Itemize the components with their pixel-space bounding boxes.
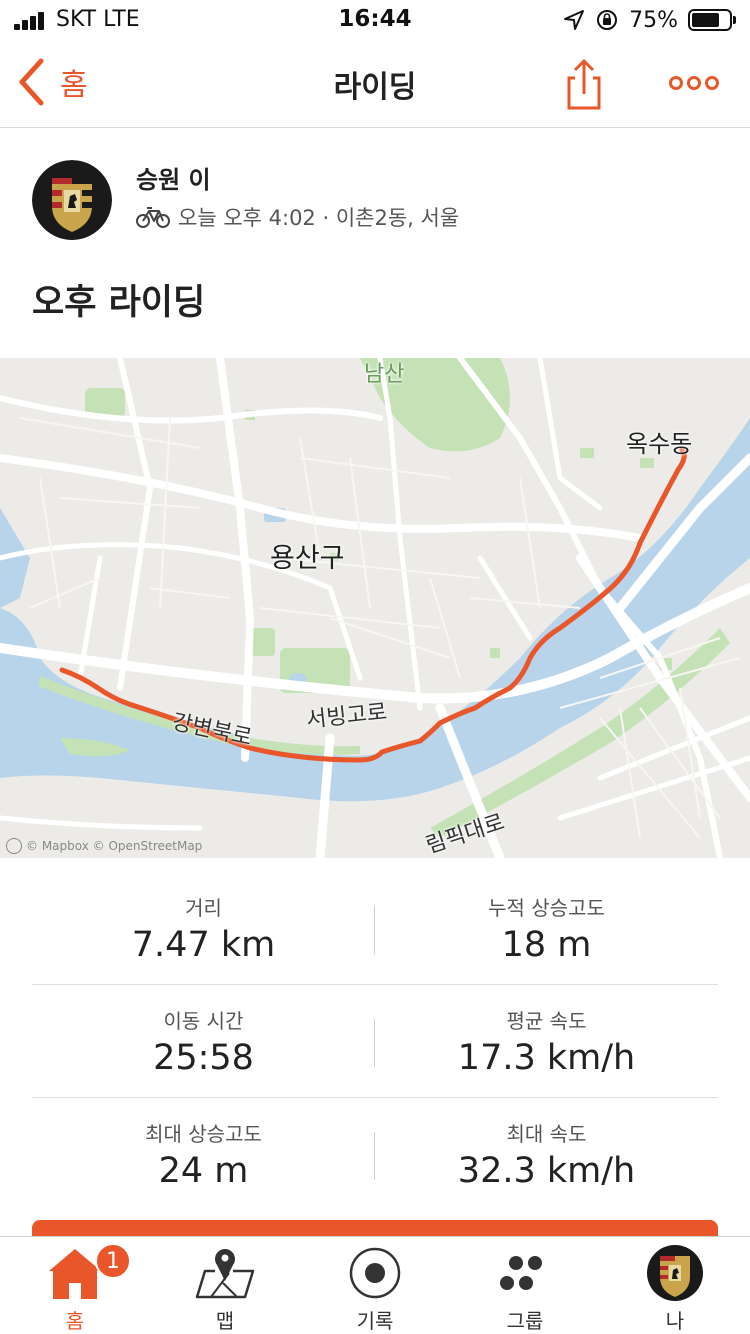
- map-label-oksudong: 옥수동: [626, 430, 693, 458]
- stats-row-3: 최대 상승고도 24 m 최대 속도 32.3 km/h: [32, 1098, 718, 1211]
- stat-label: 이동 시간: [163, 1009, 244, 1033]
- battery-percent: 75%: [629, 7, 678, 33]
- route-map[interactable]: 남산 옥수동 용산구 서빙고로 강변북로 림픽대로 © Mapbox © Ope…: [0, 358, 750, 858]
- mapbox-logo-icon: [6, 838, 22, 854]
- bicycle-icon: [136, 207, 170, 228]
- stat-value: 7.47 km: [131, 925, 276, 965]
- more-icon: [669, 76, 719, 90]
- stat-elevation-gain: 누적 상승고도 18 m: [375, 872, 718, 984]
- divider: [374, 1019, 375, 1067]
- location-arrow-icon: [564, 10, 585, 30]
- profile-avatar-icon: [647, 1245, 703, 1301]
- more-options-button[interactable]: [668, 70, 720, 96]
- groups-icon: [500, 1256, 542, 1290]
- stats-grid: 거리 7.47 km 누적 상승고도 18 m 이동 시간 25:58 평균 속…: [32, 872, 718, 1211]
- map-attribution[interactable]: © Mapbox © OpenStreetMap: [6, 838, 202, 854]
- tab-label: 맵: [215, 1309, 235, 1333]
- athlete-name[interactable]: 승원 이: [136, 160, 211, 195]
- stat-label: 최대 속도: [506, 1122, 587, 1146]
- stat-label: 거리: [185, 896, 222, 920]
- stat-value: 25:58: [153, 1038, 254, 1078]
- tab-me[interactable]: 나: [600, 1237, 750, 1334]
- stat-label: 평균 속도: [506, 1009, 587, 1033]
- stat-value: 18 m: [501, 925, 592, 965]
- tab-label: 기록: [356, 1309, 394, 1333]
- activity-meta-text: 오늘 오후 4:02 · 이촌2동, 서울: [178, 206, 460, 230]
- stat-label: 누적 상승고도: [488, 896, 605, 920]
- notification-badge: 1: [95, 1243, 131, 1279]
- stat-value: 24 m: [158, 1151, 249, 1191]
- tab-home[interactable]: 1 홈: [0, 1237, 150, 1334]
- map-label-namsan: 남산: [364, 362, 405, 387]
- tab-label: 나: [665, 1309, 685, 1333]
- share-button[interactable]: [562, 56, 606, 112]
- map-attribution-text: © Mapbox © OpenStreetMap: [26, 839, 203, 853]
- athlete-avatar[interactable]: [32, 160, 112, 240]
- record-icon: [349, 1247, 401, 1299]
- tab-bar: 1 홈 맵 기록 그룹 나: [0, 1236, 750, 1334]
- page-title: 라이딩: [333, 70, 417, 105]
- stat-value: 17.3 km/h: [457, 1038, 636, 1078]
- map-icon: [195, 1249, 255, 1299]
- stats-row-2: 이동 시간 25:58 평균 속도 17.3 km/h: [32, 985, 718, 1098]
- tab-record[interactable]: 기록: [300, 1237, 450, 1334]
- map-label-yongsangu: 용산구: [270, 543, 345, 574]
- stat-max-elevation: 최대 상승고도 24 m: [32, 1098, 375, 1211]
- tab-groups[interactable]: 그룹: [450, 1237, 600, 1334]
- status-bar: SKT LTE 16:44 75%: [0, 0, 750, 40]
- stat-avg-speed: 평균 속도 17.3 km/h: [375, 985, 718, 1097]
- activity-title: 오후 라이딩: [32, 283, 206, 323]
- stat-max-speed: 최대 속도 32.3 km/h: [375, 1098, 718, 1211]
- stat-value: 32.3 km/h: [457, 1151, 636, 1191]
- divider: [374, 1132, 375, 1180]
- stat-distance: 거리 7.47 km: [32, 872, 375, 984]
- tab-label: 홈: [65, 1309, 85, 1333]
- tab-label: 그룹: [506, 1309, 544, 1333]
- stat-moving-time: 이동 시간 25:58: [32, 985, 375, 1097]
- share-icon: [567, 59, 601, 110]
- divider: [374, 906, 375, 954]
- activity-meta: 오늘 오후 4:02 · 이촌2동, 서울: [136, 202, 459, 232]
- rotation-lock-icon: [597, 10, 618, 30]
- stat-label: 최대 상승고도: [145, 1122, 262, 1146]
- battery-icon: [688, 9, 736, 31]
- stats-row-1: 거리 7.47 km 누적 상승고도 18 m: [32, 872, 718, 985]
- navigation-bar: 홈 라이딩: [0, 40, 750, 128]
- tab-map[interactable]: 맵: [150, 1237, 300, 1334]
